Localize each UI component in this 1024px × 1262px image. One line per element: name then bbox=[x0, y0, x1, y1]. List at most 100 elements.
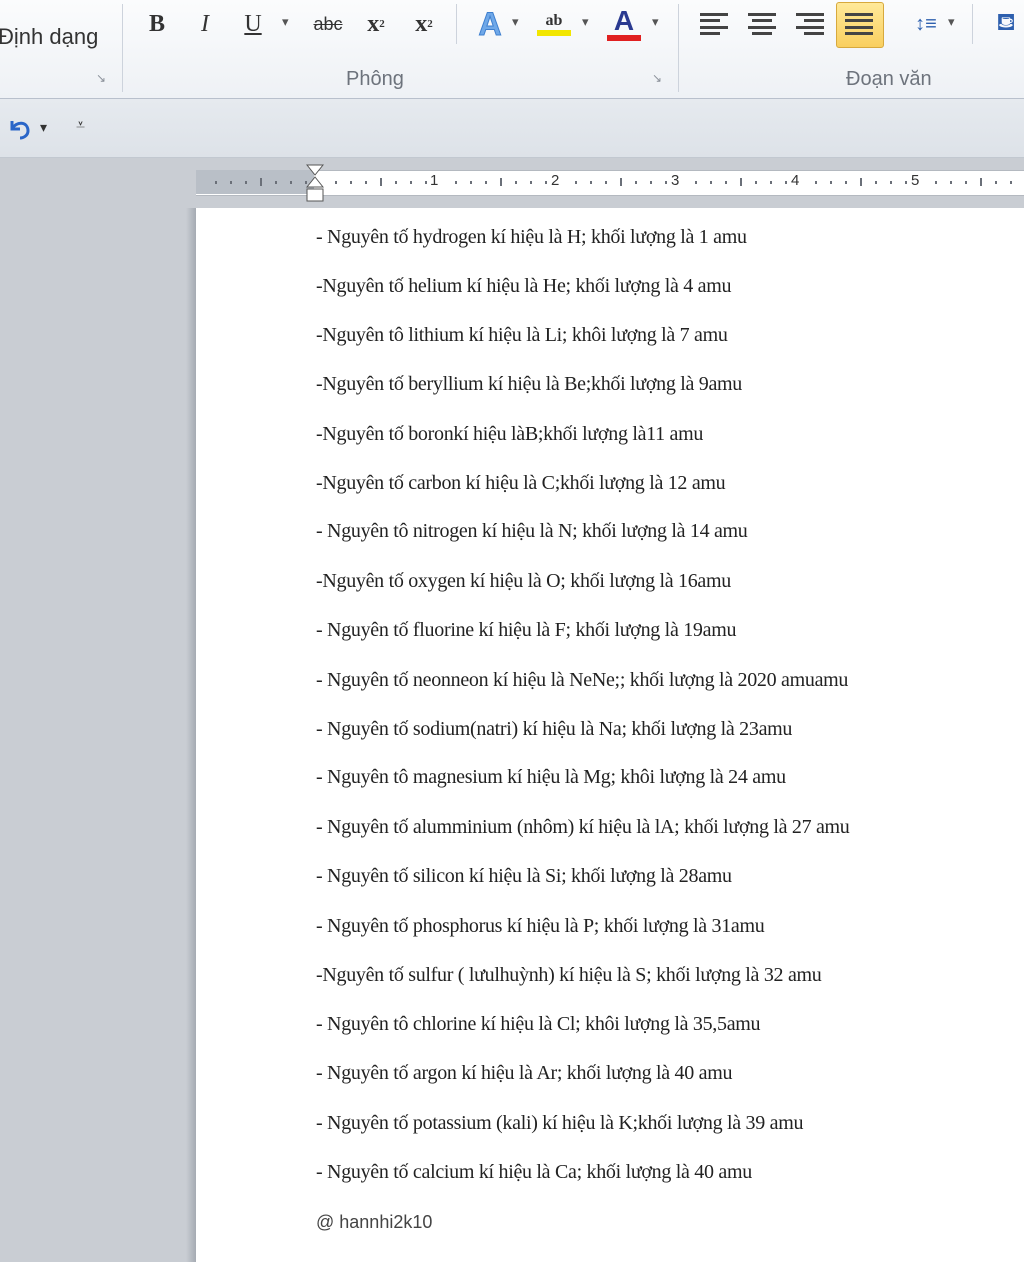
highlight-color-bar-icon bbox=[537, 30, 571, 36]
subscript-small-icon: 2 bbox=[379, 18, 385, 30]
document-line[interactable]: - Nguyên tố hydrogen kí hiệu là H; khối … bbox=[316, 226, 747, 249]
ruler-tick bbox=[305, 180, 307, 184]
document-line[interactable]: - Nguyên tố argon kí hiệu là Ar; khối lư… bbox=[316, 1062, 733, 1085]
ruler-tick bbox=[605, 180, 607, 184]
ruler-tick bbox=[290, 180, 292, 184]
ruler-number: 1 bbox=[430, 172, 439, 189]
customize-toolbar-icon[interactable]: ⩡ bbox=[76, 117, 85, 135]
paragraph-group-label: Đoạn văn bbox=[846, 68, 932, 90]
indent-marker-icon[interactable] bbox=[306, 164, 324, 204]
document-line[interactable]: - Nguyên tố phosphorus kí hiệu là P; khố… bbox=[316, 915, 765, 938]
undo-icon[interactable] bbox=[6, 117, 32, 141]
ruler-tick bbox=[590, 180, 592, 184]
document-line[interactable]: - Nguyên tố potassium (kali) kí hiệu là … bbox=[316, 1112, 803, 1135]
strikethrough-button[interactable]: abc bbox=[306, 4, 350, 44]
ruler-tick bbox=[575, 180, 577, 184]
ruler-tick bbox=[785, 180, 787, 184]
quick-access-toolbar: ▾ ⩡ bbox=[0, 99, 1024, 158]
align-center-icon bbox=[748, 13, 776, 35]
document-line[interactable]: - Nguyên tố alumminium (nhôm) kí hiệu là… bbox=[316, 816, 850, 839]
highlight-button[interactable]: ab bbox=[534, 4, 574, 44]
ruler-left-margin bbox=[196, 170, 314, 194]
font-group-label: Phông bbox=[346, 68, 404, 90]
underline-button[interactable]: U bbox=[236, 4, 270, 44]
text-effects-button[interactable]: A bbox=[470, 4, 510, 44]
watermark-text: @ hannhi2k10 bbox=[316, 1212, 433, 1232]
document-line[interactable]: - Nguyên tô nitrogen kí hiệu là N; khối … bbox=[316, 520, 748, 543]
document-line[interactable]: - Nguyên tố neonneon kí hiệu là NeNe;; k… bbox=[316, 669, 848, 692]
superscript-small-icon: 2 bbox=[427, 18, 433, 30]
styles-dialog-launcher-icon[interactable]: ↘ bbox=[96, 72, 109, 85]
undo-dropdown-icon[interactable]: ▾ bbox=[40, 119, 47, 136]
document-line[interactable]: - Nguyên tô chlorine kí hiệu là Cl; khôi… bbox=[316, 1013, 761, 1036]
ruler-tick bbox=[695, 180, 697, 184]
superscript-label: x bbox=[415, 10, 428, 37]
align-left-button[interactable] bbox=[696, 4, 732, 44]
document-line[interactable]: - Nguyên tố fluorine kí hiệu là F; khối … bbox=[316, 619, 736, 642]
ruler-tick bbox=[710, 180, 712, 184]
document-line[interactable]: -Nguyên tố boronkí hiệu làB;khối lượng l… bbox=[316, 423, 703, 446]
ruler-tick bbox=[620, 178, 622, 186]
paint-bucket-icon: ⛾ bbox=[996, 9, 1016, 36]
ruler-tick bbox=[530, 180, 532, 184]
document-line[interactable]: -Nguyên tố carbon kí hiệu là C;khối lượn… bbox=[316, 472, 726, 495]
document-line[interactable]: - Nguyên tố calcium kí hiệu là Ca; khối … bbox=[316, 1161, 752, 1184]
ruler-tick bbox=[455, 180, 457, 184]
superscript-button[interactable]: x2 bbox=[406, 4, 442, 44]
ruler-tick bbox=[485, 180, 487, 184]
document-line[interactable]: -Nguyên tố beryllium kí hiệu là Be;khối … bbox=[316, 373, 742, 396]
align-left-icon bbox=[700, 13, 728, 35]
align-right-icon bbox=[796, 13, 824, 35]
group-separator bbox=[122, 4, 123, 92]
font-color-label: A bbox=[613, 5, 635, 36]
document-line[interactable]: -Nguyên tố oxygen kí hiệu là O; khối lượ… bbox=[316, 570, 731, 593]
document-line[interactable]: -Nguyên tố helium kí hiệu là He; khối lư… bbox=[316, 275, 731, 298]
ruler-tick bbox=[635, 180, 637, 184]
ruler-tick bbox=[230, 180, 232, 184]
document-line[interactable]: - Nguyên tô magnesium kí hiệu là Mg; khô… bbox=[316, 766, 786, 789]
align-right-button[interactable] bbox=[792, 4, 828, 44]
italic-button[interactable]: I bbox=[188, 4, 222, 44]
ruler-tick bbox=[665, 180, 667, 184]
font-dialog-launcher-icon[interactable]: ↘ bbox=[652, 72, 665, 85]
ruler-number: 4 bbox=[791, 172, 800, 189]
subscript-label: x bbox=[367, 10, 380, 37]
font-color-button[interactable]: A bbox=[604, 4, 644, 44]
ruler-tick bbox=[650, 180, 652, 184]
subscript-button[interactable]: x2 bbox=[358, 4, 394, 44]
ruler-tick bbox=[950, 180, 952, 184]
line-spacing-button[interactable]: ↕≡ bbox=[906, 4, 946, 44]
document-line[interactable]: -Nguyên tố sulfur ( lưulhuỳnh) kí hiệu l… bbox=[316, 964, 822, 987]
justify-icon-wrap bbox=[844, 4, 874, 44]
ruler-tick bbox=[215, 180, 217, 184]
document-line[interactable]: -Nguyên tô lithium kí hiệu là Li; khôi l… bbox=[316, 324, 728, 347]
ruler-tick bbox=[965, 180, 967, 184]
ruler-tick bbox=[395, 180, 397, 184]
ruler-tick bbox=[470, 180, 472, 184]
ruler-tick bbox=[860, 178, 862, 186]
ruler-tick bbox=[275, 180, 277, 184]
ruler-tick bbox=[830, 180, 832, 184]
shading-button[interactable]: ⛾ bbox=[988, 4, 1024, 44]
ruler-tick bbox=[335, 180, 337, 184]
ruler-tick bbox=[545, 180, 547, 184]
group-separator bbox=[456, 4, 457, 44]
group-separator bbox=[678, 4, 679, 92]
justify-icon bbox=[845, 13, 873, 35]
ruler-tick bbox=[725, 180, 727, 184]
bold-button[interactable]: B bbox=[140, 4, 174, 44]
ruler-tick bbox=[260, 178, 262, 186]
highlight-dropdown-icon[interactable]: ▾ bbox=[582, 14, 589, 30]
font-color-dropdown-icon[interactable]: ▾ bbox=[652, 14, 659, 30]
line-spacing-dropdown-icon[interactable]: ▾ bbox=[948, 14, 955, 30]
document-line[interactable]: - Nguyên tố silicon kí hiệu là Si; khối … bbox=[316, 865, 732, 888]
ruler-number: 5 bbox=[911, 172, 920, 189]
ruler-tick bbox=[980, 178, 982, 186]
document-line[interactable]: - Nguyên tố sodium(natri) kí hiệu là Na;… bbox=[316, 718, 792, 741]
ribbon: Định dạng ↘ B I U ▾ abc x2 x2 A ▾ ab ▾ A… bbox=[0, 0, 1024, 99]
ruler-tick bbox=[425, 180, 427, 184]
underline-dropdown-icon[interactable]: ▾ bbox=[282, 14, 289, 30]
ruler-tick bbox=[755, 180, 757, 184]
align-center-button[interactable] bbox=[744, 4, 780, 44]
text-effects-dropdown-icon[interactable]: ▾ bbox=[512, 14, 519, 30]
